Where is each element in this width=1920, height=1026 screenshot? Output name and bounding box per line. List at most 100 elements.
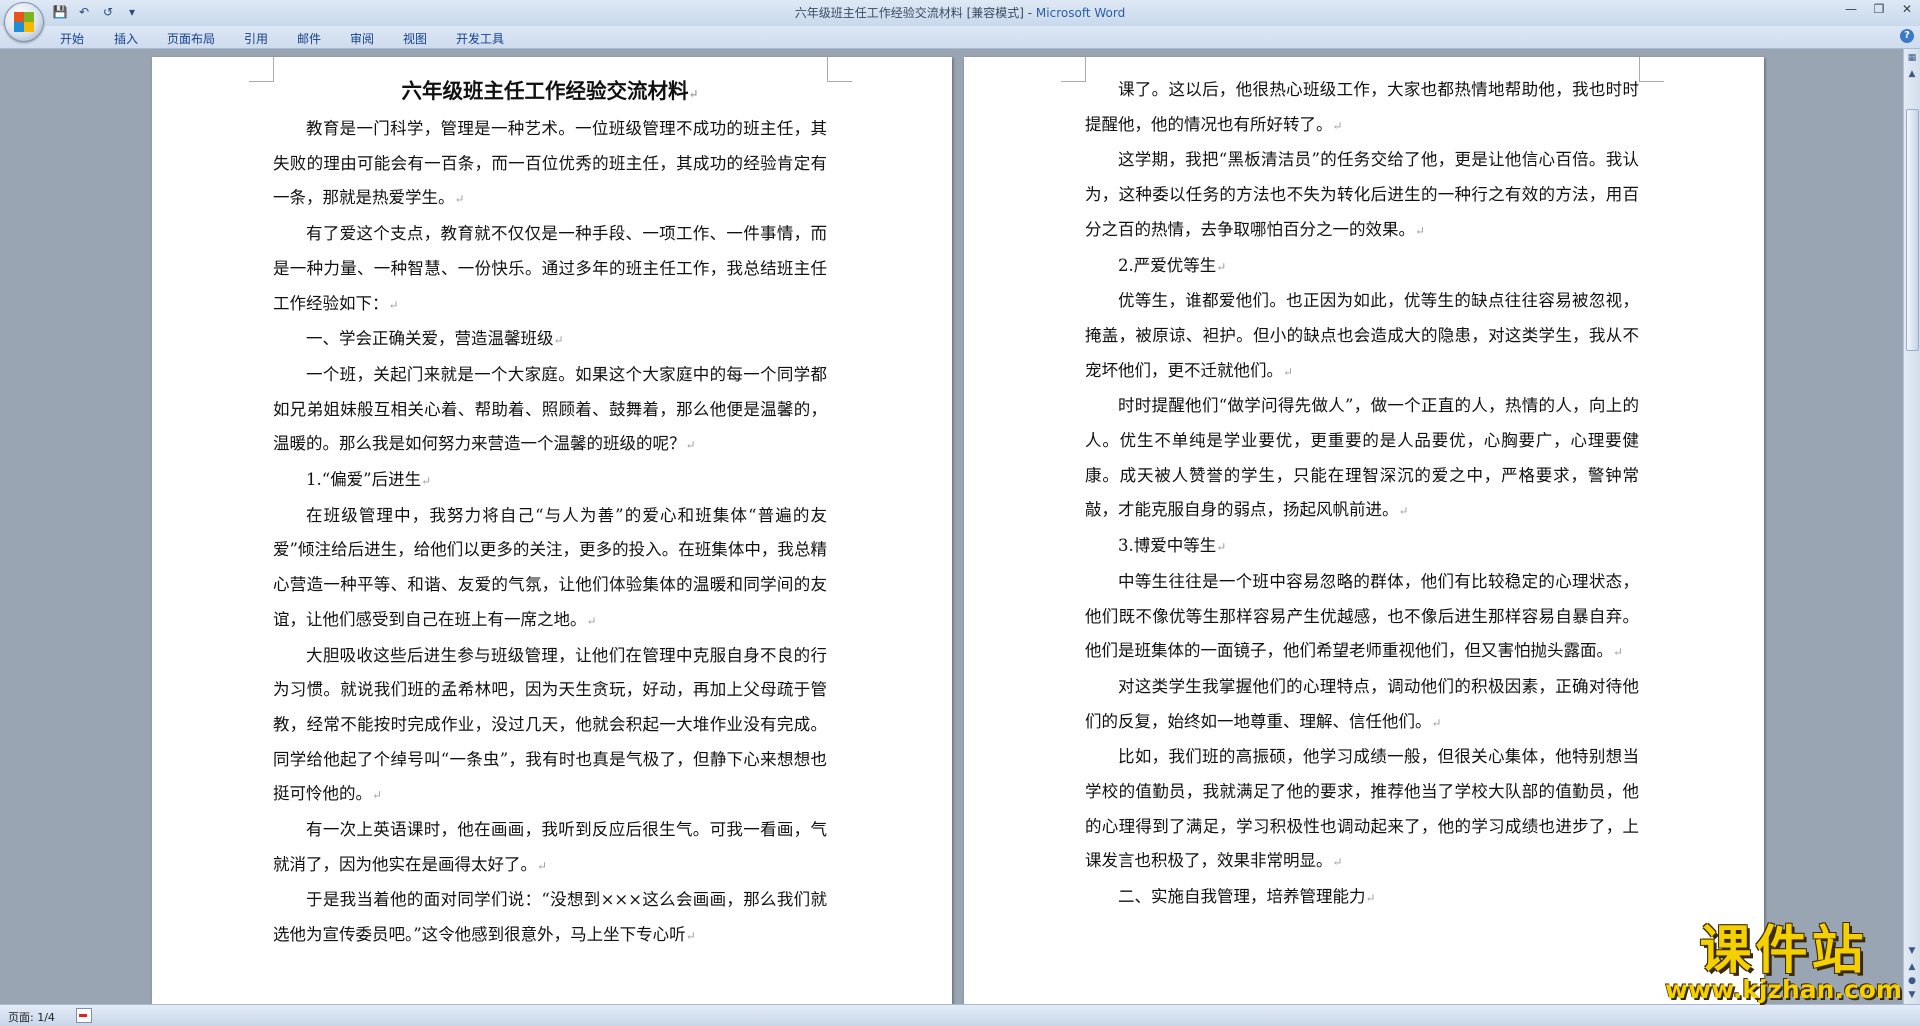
paragraph-text: 一个班，关起门来就是一个大家庭。如果这个大家庭中的每一个同学都如兄弟姐妹般互相关… [273,364,827,454]
paragraph-mark-icon: ↵ [388,297,399,312]
paragraph-mark-icon: ↵ [1332,855,1343,870]
paragraph: 中等生往往是一个班中容易忽略的群体，他们有比较稳定的心理状态，他们既不像优等生那… [1085,565,1639,670]
paragraph: 一、学会正确关爱，营造温馨班级↵ [273,322,827,358]
paragraph: 比如，我们班的高振硕，他学习成绩一般，但很关心集体，他特别想当学校的值勤员，我就… [1085,740,1639,880]
margin-corner-mark [249,57,274,82]
paragraph-text: 2.严爱优等生 [1118,255,1217,275]
paragraph: 优等生，谁都爱他们。也正因为如此，优等生的缺点往往容易被忽视，掩盖，被原谅、袒护… [1085,284,1639,389]
paragraph-text: 大胆吸收这些后进生参与班级管理，让他们在管理中克服自身不良的行为习惯。就说我们班… [273,645,827,804]
paragraph-text: 中等生往往是一个班中容易忽略的群体，他们有比较稳定的心理状态，他们既不像优等生那… [1085,571,1639,661]
paragraph-mark-icon: ↵ [454,192,465,207]
paragraph-text: 对这类学生我掌握他们的心理特点，调动他们的积极因素，正确对待他们的反复，始终如一… [1085,676,1639,731]
paragraph-mark-icon: ↵ [1332,118,1343,133]
title-bar: 💾 ↶ ↺ ▾ 六年级班主任工作经验交流材料 [兼容模式] - Microsof… [0,0,1920,27]
paragraph-text: 二、实施自我管理，培养管理能力 [1118,887,1366,907]
next-page-icon[interactable]: ▼ [1905,988,1919,1002]
page-2-content[interactable]: 课了。这以后，他很热心班级工作，大家也都热情地帮助他，我也时时提醒他，他的情况也… [1085,73,1639,916]
paragraph-text: 于是我当着他的面对同学们说：“没想到×××这么会画画，那么我们就选他为宣传委员吧… [273,890,827,945]
paragraph-text: 课了。这以后，他很热心班级工作，大家也都热情地帮助他，我也时时提醒他，他的情况也… [1085,80,1639,134]
paragraph-mark-icon: ↵ [685,438,696,453]
status-bar: 页面: 1/4 [0,1004,1920,1026]
paragraph: 于是我当着他的面对同学们说：“没想到×××这么会画画，那么我们就选他为宣传委员吧… [273,883,827,953]
tab-page-layout[interactable]: 页面布局 [167,30,215,47]
paragraph-text: 时时提醒他们“做学问得先做人”，做一个正直的人，热情的人，向上的人。优生不单纯是… [1085,396,1639,520]
paragraph: 有了爱这个支点，教育就不仅仅是一种手段、一项工作、一件事情，而是一种力量、一种智… [273,217,827,322]
paragraph-mark-icon: ↵ [685,929,696,944]
paragraph-mark-icon: ↵ [1365,891,1376,906]
paragraph-text: 一、学会正确关爱，营造温馨班级 [306,329,554,349]
window-title: 六年级班主任工作经验交流材料 [兼容模式] - Microsoft Word [0,4,1920,21]
paragraph-text: 有了爱这个支点，教育就不仅仅是一种手段、一项工作、一件事情，而是一种力量、一种智… [273,224,827,313]
paragraph-text: 比如，我们班的高振硕，他学习成绩一般，但很关心集体，他特别想当学校的值勤员，我就… [1085,747,1639,871]
paragraph: 2.严爱优等生↵ [1085,249,1639,285]
ruler-toggle-icon[interactable]: ▦ [1905,51,1919,65]
watermark-title: 课件站 [1699,921,1868,981]
tab-developer[interactable]: 开发工具 [456,30,504,47]
browse-object-icon[interactable]: ● [1905,974,1919,988]
close-icon[interactable]: ✕ [1900,2,1914,16]
tab-mailings[interactable]: 邮件 [297,30,321,47]
paragraph-text: 1.“偏爱”后进生 [306,470,422,490]
tab-review[interactable]: 审阅 [350,30,374,47]
scroll-down-icon[interactable]: ▼ [1905,944,1919,958]
paragraph-mark-icon: ↵ [553,333,564,348]
previous-page-icon[interactable]: ▲ [1905,960,1919,974]
paragraph: 有一次上英语课时，他在画画，我听到反应后很生气。可我一看画，气就消了，因为他实在… [273,813,827,883]
restore-icon[interactable]: ❐ [1872,2,1886,16]
paragraph-text: 教育是一门科学，管理是一种艺术。一位班级管理不成功的班主任，其失败的理由可能会有… [273,119,827,208]
paragraph-mark-icon: ↵ [1431,715,1442,730]
window-title-doc: 六年级班主任工作经验交流材料 [兼容模式] - [794,6,1036,20]
paragraph-text: 这学期，我把“黑板清洁员”的任务交给了他，更是让他信心百倍。我认为，这种委以任务… [1085,150,1639,239]
paragraph-text: 有一次上英语课时，他在画画，我听到反应后很生气。可我一看画，气就消了，因为他实在… [273,820,827,874]
document-page-2: 课了。这以后，他很热心班级工作，大家也都热情地帮助他，我也时时提醒他，他的情况也… [964,57,1764,1004]
paragraph: 教育是一门科学，管理是一种艺术。一位班级管理不成功的班主任，其失败的理由可能会有… [273,112,827,217]
paragraph: 这学期，我把“黑板清洁员”的任务交给了他，更是让他信心百倍。我认为，这种委以任务… [1085,143,1639,248]
paragraph: 1.“偏爱”后进生↵ [273,463,827,499]
paragraph-mark-icon: ↵ [1283,364,1294,379]
paragraph: 大胆吸收这些后进生参与班级管理，让他们在管理中克服自身不良的行为习惯。就说我们班… [273,639,827,814]
window-title-app: Microsoft Word [1035,6,1126,20]
scrollbar-thumb[interactable] [1906,109,1919,351]
paragraph-mark-icon: ↵ [1216,540,1227,555]
paragraph: 二、实施自我管理，培养管理能力↵ [1085,880,1639,916]
paragraph-text: 在班级管理中，我努力将自己“与人为善”的爱心和班集体“普遍的友爱”倾注给后进生，… [273,505,827,629]
watermark-logo: 课件站 www.kjzhan.com [1665,923,1902,1003]
paragraph-mark-icon: ↵ [1398,504,1409,519]
paragraph-mark-icon: ↵ [537,858,548,873]
minimize-icon[interactable]: — [1844,2,1858,16]
paragraph: 对这类学生我掌握他们的心理特点，调动他们的积极因素，正确对待他们的反复，始终如一… [1085,670,1639,740]
watermark-url: www.kjzhan.com [1665,975,1902,1004]
paragraph-text: 3.博爱中等生 [1118,536,1217,556]
office-button[interactable] [4,2,44,42]
page-1-content[interactable]: 六年级班主任工作经验交流材料↵ 教育是一门科学，管理是一种艺术。一位班级管理不成… [273,73,827,954]
paragraph: 课了。这以后，他很热心班级工作，大家也都热情地帮助他，我也时时提醒他，他的情况也… [1085,73,1639,143]
ribbon-tabs: 开始 插入 页面布局 引用 邮件 审阅 视图 开发工具 ? [0,26,1920,49]
document-page-1: 六年级班主任工作经验交流材料↵ 教育是一门科学，管理是一种艺术。一位班级管理不成… [152,57,952,1004]
scroll-up-icon[interactable]: ▲ [1905,67,1919,81]
paragraph-mark-icon: ↵ [586,613,597,628]
office-logo-icon [14,12,34,32]
proofing-icon[interactable] [76,1008,92,1023]
tab-insert[interactable]: 插入 [114,30,138,47]
paragraph: 时时提醒他们“做学问得先做人”，做一个正直的人，热情的人，向上的人。优生不单纯是… [1085,389,1639,529]
page-count[interactable]: 页面: 1/4 [8,1009,55,1025]
margin-corner-mark [1639,57,1664,82]
vertical-scrollbar[interactable]: ▦ ▲ ▼ ▲ ● ▼ [1903,49,1920,1004]
help-icon[interactable]: ? [1900,29,1914,43]
window-controls: — ❐ ✕ [1844,2,1914,16]
paragraph-text: 优等生，谁都爱他们。也正因为如此，优等生的缺点往往容易被忽视，掩盖，被原谅、袒护… [1085,291,1639,380]
margin-corner-mark [1061,57,1086,82]
paragraph-mark-icon: ↵ [1613,645,1624,660]
paragraph: 3.博爱中等生↵ [1085,529,1639,565]
document-workspace: 六年级班主任工作经验交流材料↵ 教育是一门科学，管理是一种艺术。一位班级管理不成… [0,49,1904,1004]
tab-home[interactable]: 开始 [60,30,84,47]
tab-references[interactable]: 引用 [244,30,268,47]
tab-view[interactable]: 视图 [403,30,427,47]
paragraph-mark-icon: ↵ [1216,259,1227,274]
document-title: 六年级班主任工作经验交流材料↵ [401,79,699,103]
paragraph-mark-icon: ↵ [1415,223,1426,238]
margin-corner-mark [827,57,852,82]
paragraph-mark-icon: ↵ [421,474,432,489]
paragraph-mark-icon: ↵ [372,788,383,803]
paragraph: 在班级管理中，我努力将自己“与人为善”的爱心和班集体“普遍的友爱”倾注给后进生，… [273,499,827,639]
